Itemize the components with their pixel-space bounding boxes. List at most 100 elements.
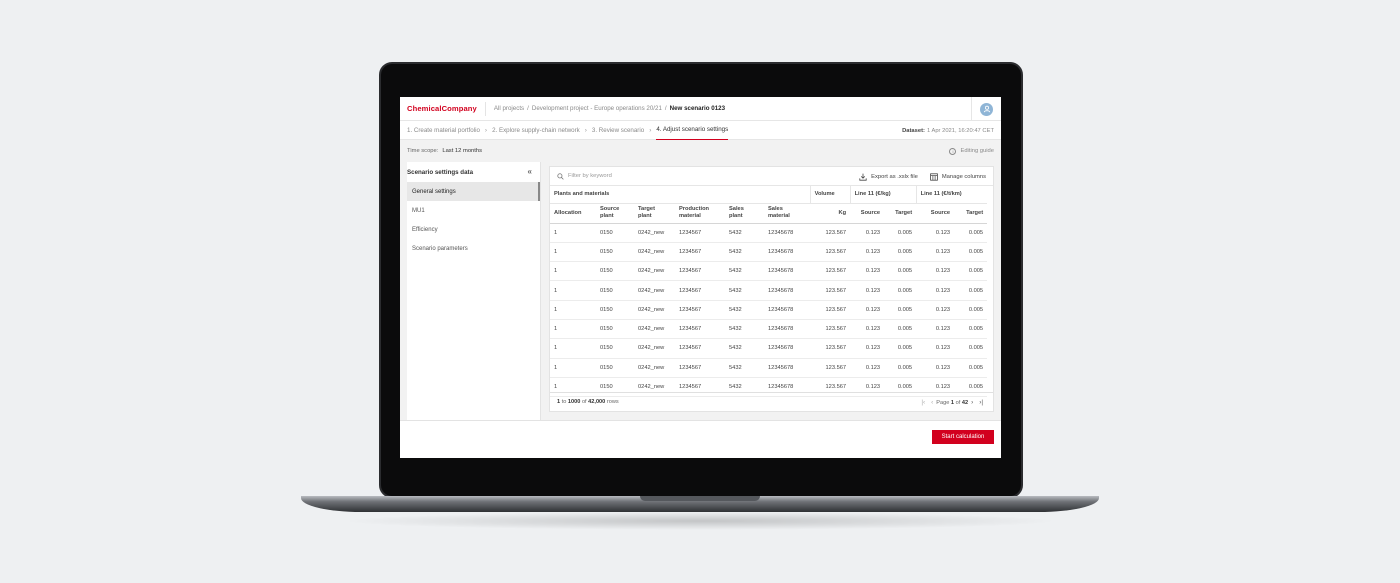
- step-create-material-portfolio[interactable]: 1. Create material portfolio: [407, 121, 480, 140]
- column-header[interactable]: Allocation: [550, 203, 596, 224]
- main-content: Time scope: Last 12 months i Editing gui…: [400, 140, 1001, 420]
- column-header[interactable]: Target: [954, 203, 988, 224]
- table-cell: 0.005: [884, 280, 917, 301]
- sidebar-item-general-settings[interactable]: General settings: [407, 182, 540, 201]
- bottom-action-bar: Start calculation: [400, 420, 1001, 458]
- filter-input[interactable]: Filter by keyword: [557, 172, 612, 180]
- table-cell: 0242_new: [634, 358, 675, 378]
- column-header[interactable]: Sales material: [764, 203, 811, 224]
- table-cell: 1234567: [675, 300, 725, 320]
- group-line-tkm: Line 11 (€/t/km): [915, 186, 988, 204]
- collapse-icon[interactable]: «: [528, 167, 532, 176]
- breadcrumb-all-projects[interactable]: All projects: [494, 105, 524, 112]
- top-bar: ChemicalCompany All projects / Developme…: [400, 97, 1001, 121]
- table-cell: 0.005: [884, 300, 917, 320]
- table-cell: 0.123: [916, 319, 955, 340]
- first-page-icon[interactable]: |‹: [921, 399, 925, 406]
- sidebar-item-scenario-parameters[interactable]: Scenario parameters: [407, 239, 540, 258]
- table-cell: 0.005: [884, 223, 917, 243]
- table-cell: 1234567: [675, 319, 725, 340]
- table-cell: 1: [550, 300, 596, 320]
- table-cell: 12345678: [764, 300, 811, 320]
- table-cell: 0.005: [954, 319, 988, 340]
- laptop-notch: [640, 496, 760, 501]
- table-cell: 0.005: [954, 300, 988, 320]
- laptop-shadow: [340, 512, 1060, 530]
- user-menu[interactable]: [971, 97, 1001, 121]
- table-cell: 0.005: [954, 280, 988, 301]
- table-row[interactable]: 1 0150 0242_new 1234567 5432 12345678 123.567 0…: [550, 261, 988, 282]
- table-row[interactable]: 1 0150 0242_new 1234567 5432 12345678 123.567 0…: [550, 358, 988, 378]
- time-scope[interactable]: Time scope: Last 12 months: [407, 144, 482, 158]
- dataset-timestamp: 1 Apr 2021, 16:20:47 CET: [926, 127, 994, 134]
- pagination: |‹ ‹ Page 1 of 42 › ›|: [918, 393, 986, 412]
- export-button[interactable]: Export as .xslx file: [859, 173, 918, 181]
- table-cell: 12345678: [764, 319, 811, 340]
- manage-columns-button[interactable]: Manage columns: [930, 172, 986, 181]
- table-actions: Export as .xslx file Manage columns: [847, 167, 986, 186]
- scenario-data-table: Plants and materials Volume Line 11 (€/k…: [550, 186, 988, 398]
- last-page-icon[interactable]: ›|: [979, 399, 983, 406]
- group-plants-materials: Plants and materials: [550, 186, 811, 204]
- table-cell: 0.123: [850, 300, 885, 320]
- table-cell: 0.123: [916, 300, 955, 320]
- table-cell: 0.005: [884, 319, 917, 340]
- brand-logo[interactable]: ChemicalCompany: [407, 101, 486, 116]
- start-calculation-button[interactable]: Start calculation: [932, 430, 994, 444]
- table-cell: 12345678: [764, 358, 811, 378]
- table-cell: 5432: [725, 223, 764, 243]
- column-header[interactable]: Target: [884, 203, 917, 224]
- step-review-scenario[interactable]: 3. Review scenario: [592, 121, 644, 140]
- column-header[interactable]: Kg: [810, 203, 851, 224]
- table-cell: 0.005: [884, 338, 917, 359]
- breadcrumb-separator: /: [527, 105, 529, 112]
- dataset-info: Dataset: 1 Apr 2021, 16:20:47 CET: [902, 121, 994, 140]
- table-cell: 0150: [596, 358, 634, 378]
- breadcrumb-development-project[interactable]: Development project - Europe operations …: [532, 105, 662, 112]
- sidebar-title: Scenario settings data: [407, 168, 474, 176]
- table-cell: 123.567: [810, 280, 851, 301]
- column-header[interactable]: Source: [916, 203, 955, 224]
- table-body: 1 0150 0242_new 1234567 5432 12345678 123.567 0…: [550, 223, 988, 398]
- table-row[interactable]: 1 0150 0242_new 1234567 5432 12345678 123.567 0…: [550, 280, 988, 301]
- table-row[interactable]: 1 0150 0242_new 1234567 5432 12345678 123.567 0…: [550, 338, 988, 359]
- prev-page-icon[interactable]: ‹: [931, 399, 933, 406]
- table-cell: 0.123: [916, 358, 955, 378]
- table-cell: 0.123: [916, 242, 955, 263]
- table-cell: 5432: [725, 242, 764, 263]
- filter-placeholder: Filter by keyword: [568, 173, 612, 179]
- table-cell: 0.005: [954, 338, 988, 359]
- user-icon: [983, 105, 990, 113]
- table-cell: 0150: [596, 280, 634, 301]
- table-cell: 0.005: [954, 358, 988, 378]
- column-header[interactable]: Source: [850, 203, 885, 224]
- table-row[interactable]: 1 0150 0242_new 1234567 5432 12345678 123.567 0…: [550, 242, 988, 263]
- next-page-icon[interactable]: ›: [971, 399, 973, 406]
- table-cell: 0.123: [850, 319, 885, 340]
- table-cell: 0242_new: [634, 280, 675, 301]
- table-row[interactable]: 1 0150 0242_new 1234567 5432 12345678 123.567 0…: [550, 319, 988, 340]
- column-header[interactable]: Source plant: [596, 203, 634, 224]
- editing-guide-link[interactable]: i Editing guide: [949, 144, 994, 158]
- column-header[interactable]: Target plant: [634, 203, 675, 224]
- avatar[interactable]: [980, 102, 993, 116]
- table-cell: 0.005: [954, 242, 988, 263]
- table-cell: 12345678: [764, 242, 811, 263]
- table-cell: 5432: [725, 300, 764, 320]
- group-line-kg: Line 11 (€/kg): [849, 186, 917, 204]
- sidebar-item-mu1[interactable]: MU1: [407, 201, 540, 220]
- step-explore-supply-chain[interactable]: 2. Explore supply-chain network: [492, 121, 580, 140]
- breadcrumb: All projects / Development project - Eur…: [486, 105, 725, 112]
- table-cell: 5432: [725, 280, 764, 301]
- settings-sidebar: Scenario settings data « General setting…: [407, 162, 541, 420]
- table-row[interactable]: 1 0150 0242_new 1234567 5432 12345678 123.567 0…: [550, 223, 988, 243]
- table-row[interactable]: 1 0150 0242_new 1234567 5432 12345678 123.567 0…: [550, 300, 988, 320]
- time-scope-label: Time scope:: [407, 148, 439, 154]
- table-cell: 5432: [725, 319, 764, 340]
- group-volume: Volume: [809, 186, 851, 204]
- step-adjust-scenario-settings[interactable]: 4. Adjust scenario settings: [656, 121, 729, 140]
- sidebar-item-efficiency[interactable]: Efficiency: [407, 220, 540, 239]
- table-cell: 123.567: [810, 300, 851, 320]
- column-header[interactable]: Sales plant: [725, 203, 764, 224]
- column-header[interactable]: Production material: [675, 203, 725, 224]
